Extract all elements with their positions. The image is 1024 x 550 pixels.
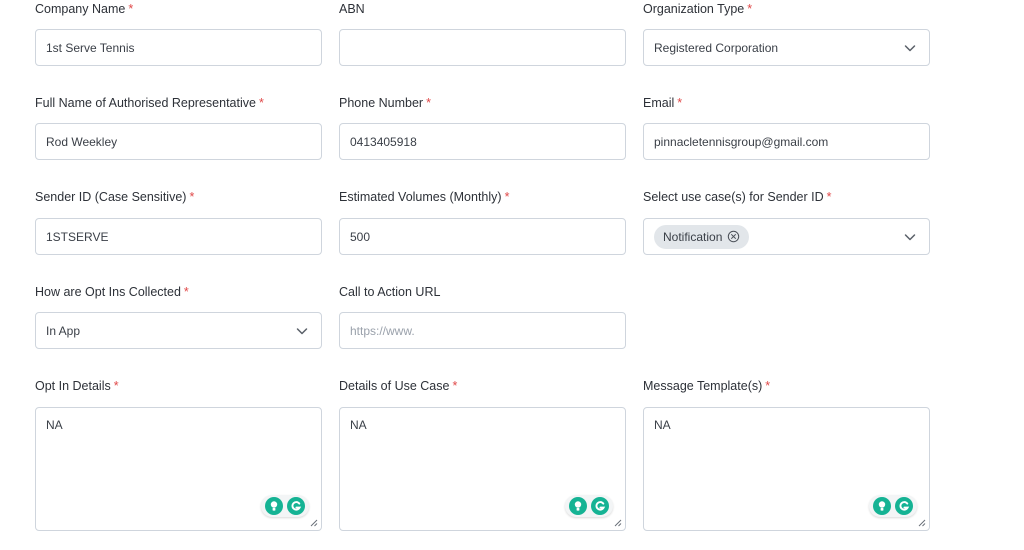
email-input[interactable]: pinnacletennisgroup@gmail.com bbox=[643, 123, 930, 160]
opt-in-details-textarea[interactable]: NA bbox=[35, 407, 322, 531]
use-case-details-label: Details of Use Case * bbox=[339, 379, 458, 393]
grammarly-widget[interactable] bbox=[565, 495, 613, 517]
resize-handle-icon[interactable] bbox=[614, 519, 622, 527]
use-cases-multiselect[interactable]: Notification bbox=[643, 218, 930, 255]
sender-id-label: Sender ID (Case Sensitive) * bbox=[35, 190, 195, 204]
grammarly-logo-icon[interactable] bbox=[895, 497, 913, 515]
email-label: Email * bbox=[643, 96, 683, 110]
organization-type-label: Organization Type * bbox=[643, 2, 753, 16]
sender-id-input[interactable]: 1STSERVE bbox=[35, 218, 322, 255]
volumes-label: Estimated Volumes (Monthly) * bbox=[339, 190, 510, 204]
opt-in-details-label: Opt In Details * bbox=[35, 379, 119, 393]
message-templates-textarea[interactable]: NA bbox=[643, 407, 930, 531]
sender-id-registration-form: Company Name * 1st Serve Tennis ABN Organ… bbox=[0, 0, 1024, 550]
company-name-label: Company Name * bbox=[35, 2, 134, 16]
grammarly-suggestion-icon[interactable] bbox=[265, 497, 283, 515]
chip-remove-icon[interactable] bbox=[727, 230, 740, 243]
volumes-input[interactable]: 500 bbox=[339, 218, 626, 255]
message-templates-label: Message Template(s) * bbox=[643, 379, 771, 393]
use-case-details-textarea[interactable]: NA bbox=[339, 407, 626, 531]
authorised-rep-input[interactable]: Rod Weekley bbox=[35, 123, 322, 160]
company-name-input[interactable]: 1st Serve Tennis bbox=[35, 29, 322, 66]
chevron-down-icon bbox=[904, 44, 916, 51]
grammarly-widget[interactable] bbox=[261, 495, 309, 517]
grammarly-widget[interactable] bbox=[869, 495, 917, 517]
abn-label: ABN bbox=[339, 2, 365, 16]
phone-label: Phone Number * bbox=[339, 96, 431, 110]
grammarly-suggestion-icon[interactable] bbox=[569, 497, 587, 515]
cta-url-label: Call to Action URL bbox=[339, 285, 441, 299]
use-cases-label: Select use case(s) for Sender ID * bbox=[643, 190, 832, 204]
organization-type-select[interactable]: Registered Corporation bbox=[643, 29, 930, 66]
phone-input[interactable]: 0413405918 bbox=[339, 123, 626, 160]
resize-handle-icon[interactable] bbox=[310, 519, 318, 527]
abn-input[interactable] bbox=[339, 29, 626, 66]
authorised-rep-label: Full Name of Authorised Representative * bbox=[35, 96, 264, 110]
use-case-details-value: NA bbox=[350, 418, 367, 432]
message-templates-value: NA bbox=[654, 418, 671, 432]
opt-ins-select[interactable]: In App bbox=[35, 312, 322, 349]
cta-url-input[interactable]: https://www. bbox=[339, 312, 626, 349]
grammarly-logo-icon[interactable] bbox=[287, 497, 305, 515]
resize-handle-icon[interactable] bbox=[918, 519, 926, 527]
use-case-chip: Notification bbox=[654, 224, 750, 249]
chevron-down-icon bbox=[296, 327, 308, 334]
opt-ins-label: How are Opt Ins Collected * bbox=[35, 285, 189, 299]
opt-in-details-value: NA bbox=[46, 418, 63, 432]
chevron-down-icon bbox=[904, 233, 916, 240]
grammarly-suggestion-icon[interactable] bbox=[873, 497, 891, 515]
use-case-chip-label: Notification bbox=[663, 229, 723, 244]
grammarly-logo-icon[interactable] bbox=[591, 497, 609, 515]
